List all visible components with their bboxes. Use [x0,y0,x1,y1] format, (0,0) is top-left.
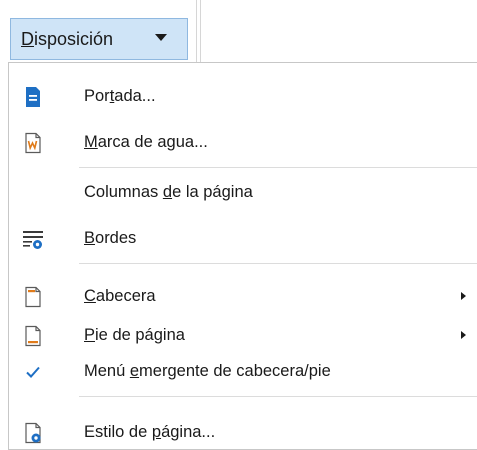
menu-item-label: Marca de agua... [84,133,208,151]
disposicion-dropdown-button[interactable]: Disposición [10,18,188,60]
menu-item-marca-de-agua[interactable]: Marca de agua... [9,127,477,159]
menu-item-columnas[interactable]: Columnas de la página [9,177,477,209]
header-icon [22,286,44,308]
menu-item-portada[interactable]: Portada... [9,81,477,113]
menu-item-estilo-de-pagina[interactable]: Estilo de página... [9,417,477,449]
chevron-right-icon [461,331,466,339]
disposicion-button-label: Disposición [21,28,114,49]
chevron-right-icon [461,292,466,300]
menu-item-label: Bordes [84,229,137,247]
title-page-icon [22,86,44,108]
toolbar: Disposición [0,0,477,62]
menu-item-label: Pie de página [84,326,185,344]
menu-separator [79,396,477,397]
menu-item-bordes[interactable]: Bordes [9,223,477,255]
menu-item-label: Estilo de página... [84,423,216,441]
toolbar-divider [196,0,197,62]
toolbar-divider [200,0,201,62]
menu-item-pie-de-pagina[interactable]: Pie de página [9,320,477,352]
menu-item-label: Columnas de la página [84,183,253,201]
menu-separator [79,167,477,168]
footer-icon [22,325,44,347]
chevron-down-icon [155,34,167,41]
menu-separator [79,263,477,264]
watermark-icon [22,132,44,154]
disposicion-menu: Portada... Marca de agua... Columnas de … [8,62,477,450]
menu-item-label: Menú emergente de cabecera/pie [84,362,331,380]
menu-item-menu-emergente[interactable]: Menú emergente de cabecera/pie [9,356,477,388]
checkmark-icon [22,361,44,383]
page-style-icon [22,422,44,444]
menu-item-label: Portada... [84,87,156,105]
menu-item-cabecera[interactable]: Cabecera [9,281,477,313]
borders-icon [22,228,44,250]
menu-item-label: Cabecera [84,287,156,305]
